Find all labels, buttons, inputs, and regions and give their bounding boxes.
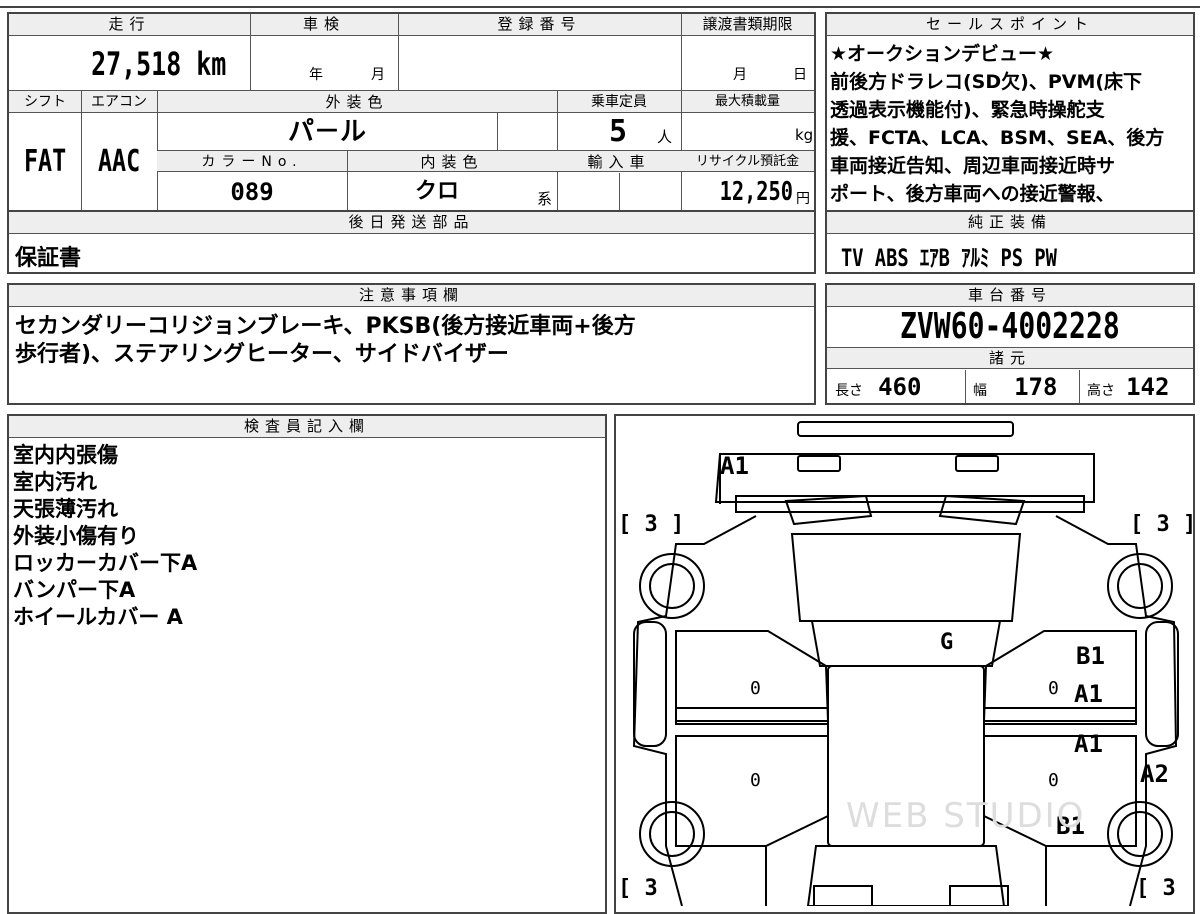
- interior-color-suffix: 系: [537, 190, 553, 208]
- damage-mark-right-front-door-2: A1: [1074, 680, 1103, 708]
- top-edge-strip: [0, 0, 1200, 8]
- damage-mark-windshield: G: [940, 630, 954, 655]
- length-spec: 長さ 460: [835, 373, 922, 401]
- inspector-section: 検査員記入欄 室内内張傷 室内汚れ 天張薄汚れ 外装小傷有り ロッカーカバー下A…: [7, 414, 607, 914]
- shift-value: FAT: [23, 144, 67, 179]
- sales-point-line: 車両接近告知、周辺車両接近時サ: [830, 155, 1116, 177]
- max-load-header: 最大積載量: [714, 94, 780, 109]
- sales-points-header: セールスポイント: [827, 14, 1193, 36]
- vehicle-info-table: 走行 車検 登録番号 譲渡書類期限 27,518 km 年 月 月 日 シフト …: [7, 12, 816, 212]
- registration-header: 登録番号: [398, 14, 681, 36]
- damage-mark-right-rear-door: A1: [1074, 730, 1103, 758]
- mileage-label: 走行: [108, 15, 151, 33]
- color-no-header: カラーNo.: [201, 154, 303, 170]
- notes-header: 注意事項欄: [9, 285, 814, 307]
- sales-point-line: 透過表示機能付)、緊急時操舵支: [830, 99, 1105, 121]
- car-diagram-section: A1 G B1 A1 A1 A2 B1 [ 3 ] [ 3 ] [ 3 [ 3 …: [614, 414, 1197, 914]
- transfer-day-unit: 日: [793, 67, 807, 83]
- zero-mark: 0: [750, 770, 761, 791]
- note-line: セカンダリーコリジョンブレーキ、PKSB(後方接近車両+後方: [15, 314, 636, 339]
- capacity-value: 5: [609, 114, 628, 149]
- recycle-unit: 円: [796, 191, 810, 207]
- inspector-line: バンパー下A: [13, 578, 136, 602]
- damage-mark-front-bumper: A1: [720, 452, 749, 480]
- sales-point-line: ポート、後方車両への接近警報、: [830, 183, 1115, 205]
- capacity-unit: 人: [657, 128, 673, 146]
- zero-mark: 0: [750, 678, 761, 699]
- tire-mark-right-rear: [ 3: [1136, 876, 1176, 901]
- interior-color-header: 内装色: [420, 153, 484, 171]
- exterior-color-value: パ－ル: [287, 117, 366, 147]
- recycle-header: リサイクル預託金: [695, 154, 800, 169]
- zero-mark: 0: [1048, 770, 1059, 791]
- sales-points-section: セールスポイント ★オークションデビュー★ 前後方ドラレコ(SD欠)、PVM(床…: [825, 12, 1195, 212]
- tire-mark-right-front: [ 3 ]: [1130, 512, 1197, 537]
- specs-header: 諸元: [827, 347, 1193, 369]
- chassis-section: 車台番号 ZVW60-4002228 諸元 長さ 460 幅 178 高さ 14…: [825, 283, 1195, 405]
- sales-point-line: 援、FCTA、LCA、BSM、SEA、後方: [830, 127, 1165, 149]
- recycle-value: 12,250: [719, 177, 793, 207]
- inspector-line: ホイールカバー A: [13, 605, 183, 629]
- width-spec: 幅 178: [973, 373, 1058, 401]
- inspector-line: 室内内張傷: [13, 443, 118, 467]
- inspector-text: 室内内張傷 室内汚れ 天張薄汚れ 外装小傷有り ロッカーカバー下A バンパー下A…: [13, 442, 197, 631]
- notes-section: 注意事項欄 セカンダリーコリジョンブレーキ、PKSB(後方接近車両+後方 歩行者…: [7, 283, 816, 405]
- mileage-header: 走行: [9, 14, 250, 36]
- transfer-deadline-label: 譲渡書類期限: [702, 15, 793, 33]
- watermark: WEB STUDIO: [846, 796, 1086, 836]
- max-load-unit: kg: [795, 126, 814, 144]
- inspector-line: ロッカーカバー下A: [13, 551, 198, 575]
- registration-label: 登録番号: [497, 15, 582, 33]
- genuine-equipment-header: 純正装備: [827, 212, 1193, 234]
- inspector-header: 検査員記入欄: [9, 416, 605, 438]
- sales-point-line: ★オークションデビュー★: [830, 43, 1055, 65]
- aircon-value: AAC: [97, 144, 141, 179]
- genuine-equipment-value: TV ABS ｴｱB ｱﾙﾐ PS PW: [841, 244, 1057, 272]
- chassis-header: 車台番号: [827, 285, 1193, 307]
- exterior-color-header: 外装色: [325, 93, 389, 111]
- sales-point-line: 前後方ドラレコ(SD欠)、PVM(床下: [830, 71, 1143, 93]
- interior-color-value: クロ: [414, 179, 459, 204]
- mileage-value: 27,518 km: [9, 40, 245, 88]
- note-line: 歩行者)、ステアリングヒーター、サイドバイザー: [15, 342, 509, 367]
- sales-points-text: ★オークションデビュー★ 前後方ドラレコ(SD欠)、PVM(床下 透過表示機能付…: [830, 40, 1192, 208]
- inspection-month-unit: 月: [371, 67, 385, 83]
- later-parts-section: 後日発送部品 保証書: [7, 210, 816, 274]
- zero-mark: 0: [1048, 678, 1059, 699]
- transfer-month-unit: 月: [733, 67, 747, 83]
- capacity-header: 乗車定員: [591, 94, 647, 110]
- inspection-year-unit: 年: [309, 67, 323, 83]
- inspection-header: 車検: [250, 14, 398, 36]
- damage-mark-right-rear-quarter: A2: [1140, 760, 1169, 788]
- notes-text: セカンダリーコリジョンブレーキ、PKSB(後方接近車両+後方 歩行者)、ステアリ…: [15, 313, 636, 369]
- transfer-deadline-header: 譲渡書類期限: [681, 14, 814, 36]
- inspector-line: 天張薄汚れ: [13, 497, 118, 521]
- damage-mark-right-front-door: B1: [1076, 642, 1105, 670]
- height-spec: 高さ 142: [1087, 373, 1170, 401]
- color-no-value: 089: [230, 178, 274, 206]
- inspection-label: 車検: [302, 15, 345, 33]
- mileage-unit: km: [195, 45, 226, 83]
- later-parts-value: 保証書: [15, 246, 82, 271]
- mileage-number: 27,518: [90, 45, 181, 83]
- tire-mark-left-rear: [ 3: [618, 876, 658, 901]
- import-header: 輸入車: [587, 153, 651, 171]
- shift-header: シフト: [24, 94, 66, 110]
- inspector-line: 外装小傷有り: [13, 524, 139, 548]
- tire-mark-left-front: [ 3 ]: [618, 512, 685, 537]
- chassis-number: ZVW60-4002228: [900, 306, 1120, 347]
- later-parts-header: 後日発送部品: [9, 212, 814, 234]
- genuine-equipment-section: 純正装備 TV ABS ｴｱB ｱﾙﾐ PS PW: [825, 210, 1195, 274]
- aircon-header: エアコン: [91, 94, 147, 110]
- inspector-line: 室内汚れ: [13, 470, 97, 494]
